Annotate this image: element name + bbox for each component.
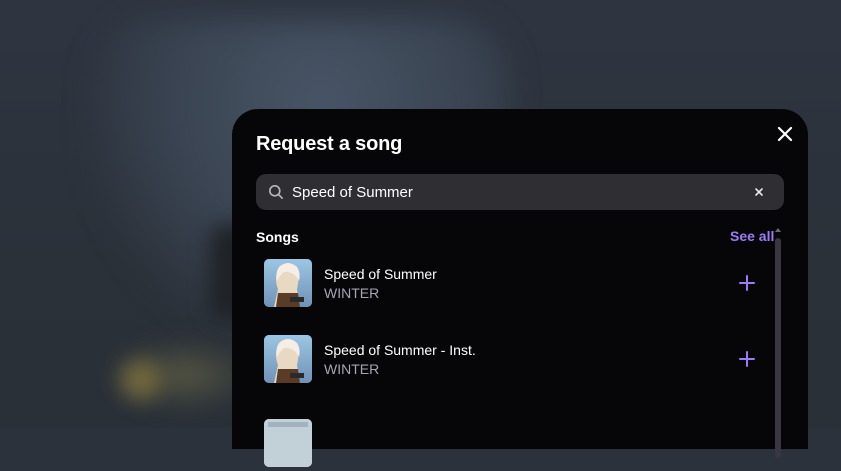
search-input[interactable] bbox=[292, 174, 742, 210]
album-cover bbox=[264, 259, 312, 307]
album-cover bbox=[264, 419, 312, 467]
clear-search-icon[interactable] bbox=[751, 184, 767, 200]
search-icon bbox=[269, 185, 283, 199]
add-song-button[interactable] bbox=[736, 272, 758, 294]
song-title: Speed of Summer - Inst. bbox=[324, 342, 476, 358]
request-song-modal: Request a song Songs See all bbox=[232, 109, 808, 467]
scrollbar[interactable] bbox=[775, 227, 781, 458]
list-item[interactable]: Speed of Summer - Inst. WINTER bbox=[256, 331, 766, 387]
songs-section-title: Songs bbox=[256, 229, 299, 245]
plus-icon bbox=[739, 351, 755, 367]
add-song-button[interactable] bbox=[736, 348, 758, 370]
close-icon bbox=[777, 126, 793, 142]
song-artist: WINTER bbox=[324, 285, 380, 301]
modal-title: Request a song bbox=[256, 133, 403, 155]
scroll-up-icon[interactable] bbox=[775, 227, 781, 233]
close-button[interactable] bbox=[772, 121, 798, 147]
list-item[interactable]: Speed of Summer WINTER bbox=[256, 255, 766, 311]
see-all-link[interactable]: See all bbox=[730, 228, 774, 244]
list-item[interactable] bbox=[256, 415, 766, 471]
plus-icon bbox=[739, 275, 755, 291]
search-box bbox=[256, 174, 784, 210]
album-cover bbox=[264, 335, 312, 383]
song-artist: WINTER bbox=[324, 361, 380, 377]
song-title: Speed of Summer bbox=[324, 266, 437, 282]
background-shape bbox=[120, 360, 160, 400]
scrollbar-thumb[interactable] bbox=[775, 238, 781, 458]
